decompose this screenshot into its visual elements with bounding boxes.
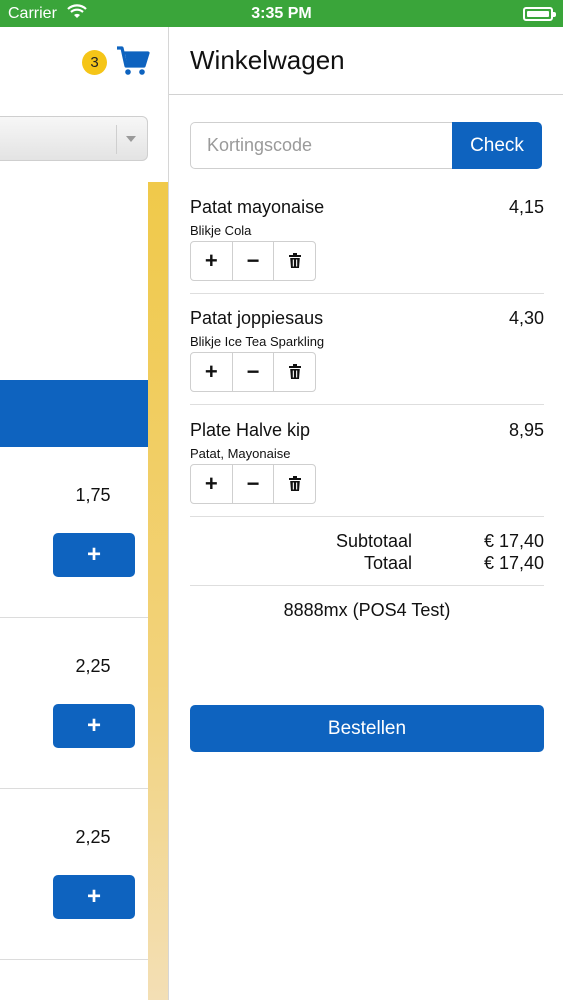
add-product-button[interactable]: + [53,704,135,748]
product-divider [0,788,148,789]
product-panel: 3 1,75 + 2,25 + 2,25 + [0,27,168,1000]
quantity-controls: + − [190,241,316,281]
product-price: 2,25 [75,827,111,847]
item-price: 8,95 [508,420,544,440]
item-name: Patat mayonaise [190,197,325,217]
trash-icon [288,253,301,268]
item-price: 4,30 [508,308,544,328]
decrease-button[interactable]: − [233,242,275,280]
item-divider [190,404,544,405]
quantity-controls: + − [190,352,316,392]
check-coupon-button[interactable]: Check [452,122,542,169]
item-name: Plate Halve kip [190,420,311,440]
item-divider [190,516,544,517]
delete-button[interactable] [274,465,315,503]
decrease-button[interactable]: − [233,353,275,391]
totals-divider [190,585,544,586]
delete-button[interactable] [274,242,315,280]
status-bar: Carrier 3:35 PM [0,0,563,27]
category-select[interactable] [0,116,148,161]
item-options: Blikje Ice Tea Sparkling [190,334,325,349]
increase-button[interactable]: + [191,353,233,391]
product-price: 1,75 [75,485,111,505]
subtotal-value: € 17,40 [483,531,544,551]
decrease-button[interactable]: − [233,465,275,503]
item-divider [190,293,544,294]
trash-icon [288,476,301,491]
cart-icon[interactable] [116,45,150,77]
increase-button[interactable]: + [191,242,233,280]
order-button[interactable]: Bestellen [190,705,544,752]
item-price: 4,15 [508,197,544,217]
accent-bar [148,182,168,1000]
item-name: Patat joppiesaus [190,308,324,328]
product-header-band [0,380,148,447]
battery-icon [523,7,556,21]
select-divider [116,125,117,154]
item-options: Blikje Cola [190,223,252,238]
product-price: 2,25 [75,656,111,676]
subtotal-label: Subtotaal [335,531,412,551]
item-options: Patat, Mayonaise [190,446,291,461]
increase-button[interactable]: + [191,465,233,503]
total-value: € 17,40 [483,553,544,573]
cart-title: Winkelwagen [190,45,345,75]
cart-count-badge: 3 [82,50,107,75]
store-label: 8888mx (POS4 Test) [283,600,451,620]
quantity-controls: + − [190,464,316,504]
product-divider [0,959,148,960]
cart-panel: Winkelwagen Check Patat mayonaise 4,15 B… [168,27,563,1000]
product-divider [0,617,148,618]
total-label: Totaal [363,553,412,573]
chevron-down-icon [126,136,136,142]
coupon-input[interactable] [190,122,453,169]
delete-button[interactable] [274,353,315,391]
trash-icon [288,364,301,379]
header-divider [169,94,563,95]
clock: 3:35 PM [251,5,312,22]
add-product-button[interactable]: + [53,533,135,577]
add-product-button[interactable]: + [53,875,135,919]
